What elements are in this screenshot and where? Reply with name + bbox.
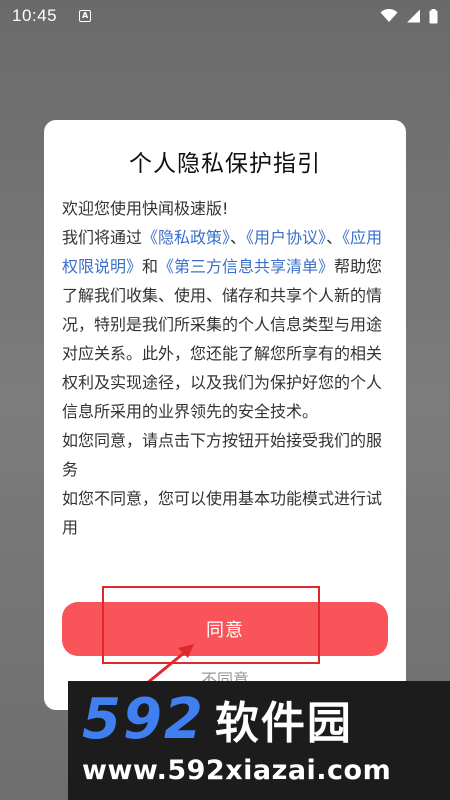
watermark-banner: 592 软件园 www.592xiazai.com <box>68 681 450 800</box>
and-text: 和 <box>142 257 159 276</box>
status-time: 10:45 <box>12 6 58 25</box>
agree-hint-text: 如您同意，请点击下方按钮开始接受我们的服务 <box>62 431 383 479</box>
intro-body: 帮助您了解我们收集、使用、储存和共享个人新的情况，特别是我们所采集的个人信息类型… <box>62 257 383 421</box>
separator-text: 、 <box>230 228 247 247</box>
watermark-url: www.592xiazai.com <box>82 755 392 786</box>
wifi-icon <box>380 9 398 22</box>
watermark-brand-name: 软件园 <box>214 698 353 749</box>
watermark-brand-number: 592 <box>82 686 205 752</box>
annotation-highlight-box <box>102 586 320 664</box>
dialog-body: 欢迎您使用快闻极速版! 我们将通过《隐私政策》、《用户协议》、《应用权限说明》和… <box>62 194 388 542</box>
greeting-text: 欢迎您使用快闻极速版! <box>62 199 229 218</box>
dialog-title: 个人隐私保护指引 <box>129 151 321 177</box>
status-bar: 10:45 A <box>0 0 450 32</box>
status-icons <box>380 8 438 24</box>
watermark-logo: 592 软件园 <box>82 686 442 752</box>
cellular-signal-icon <box>407 9 420 23</box>
intro-paragraph: 我们将通过《隐私政策》、《用户协议》、《应用权限说明》和《第三方信息共享清单》帮… <box>62 223 388 426</box>
notification-icon: A <box>79 10 92 22</box>
intro-prefix: 我们将通过 <box>62 228 143 247</box>
user-agreement-link[interactable]: 《用户协议》 <box>246 228 326 247</box>
separator-text: 、 <box>326 228 343 247</box>
third-party-sharing-link[interactable]: 《第三方信息共享清单》 <box>158 257 334 276</box>
battery-icon <box>429 8 438 23</box>
disagree-hint-text: 如您不同意，您可以使用基本功能模式进行试用 <box>62 489 383 537</box>
privacy-policy-link[interactable]: 《隐私政策》 <box>142 228 230 247</box>
